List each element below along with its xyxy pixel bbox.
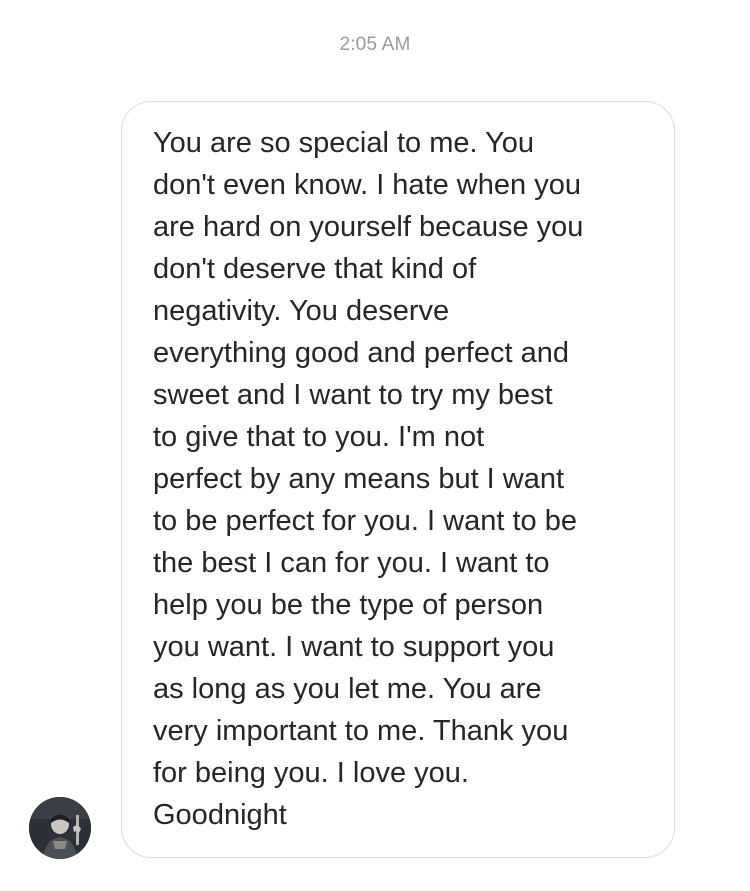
message-line: you want. I want to support you	[153, 631, 555, 663]
message-bubble[interactable]: You are so special to me. You don't even…	[121, 101, 675, 858]
message-line: as long as you let me. You are	[153, 673, 542, 705]
message-line: sweet and I want to try my best	[153, 379, 553, 411]
message-text: You are so special to me. You don't even…	[153, 122, 583, 836]
message-line: help you be the type of person	[153, 589, 544, 621]
message-line: to be perfect for you. I want to be	[153, 505, 577, 537]
message-line: perfect by any means but I want	[153, 463, 565, 495]
message-line: are hard on yourself because you	[153, 211, 584, 243]
profile-photo-icon	[29, 797, 91, 859]
message-line: don't deserve that kind of	[153, 253, 477, 285]
message-line: for being you. I love you.	[153, 757, 469, 789]
message-line: to give that to you. I'm not	[153, 421, 485, 453]
sender-avatar[interactable]	[29, 797, 91, 859]
message-line: the best I can for you. I want to	[153, 547, 550, 579]
message-line: Goodnight	[153, 799, 287, 831]
message-line: everything good and perfect and	[153, 337, 569, 369]
message-line: You are so special to me. You	[153, 127, 535, 159]
message-timestamp: 2:05 AM	[339, 34, 411, 55]
message-line: negativity. You deserve	[153, 295, 450, 327]
message-line: don't even know. I hate when you	[153, 169, 581, 201]
message-line: very important to me. Thank you	[153, 715, 569, 747]
